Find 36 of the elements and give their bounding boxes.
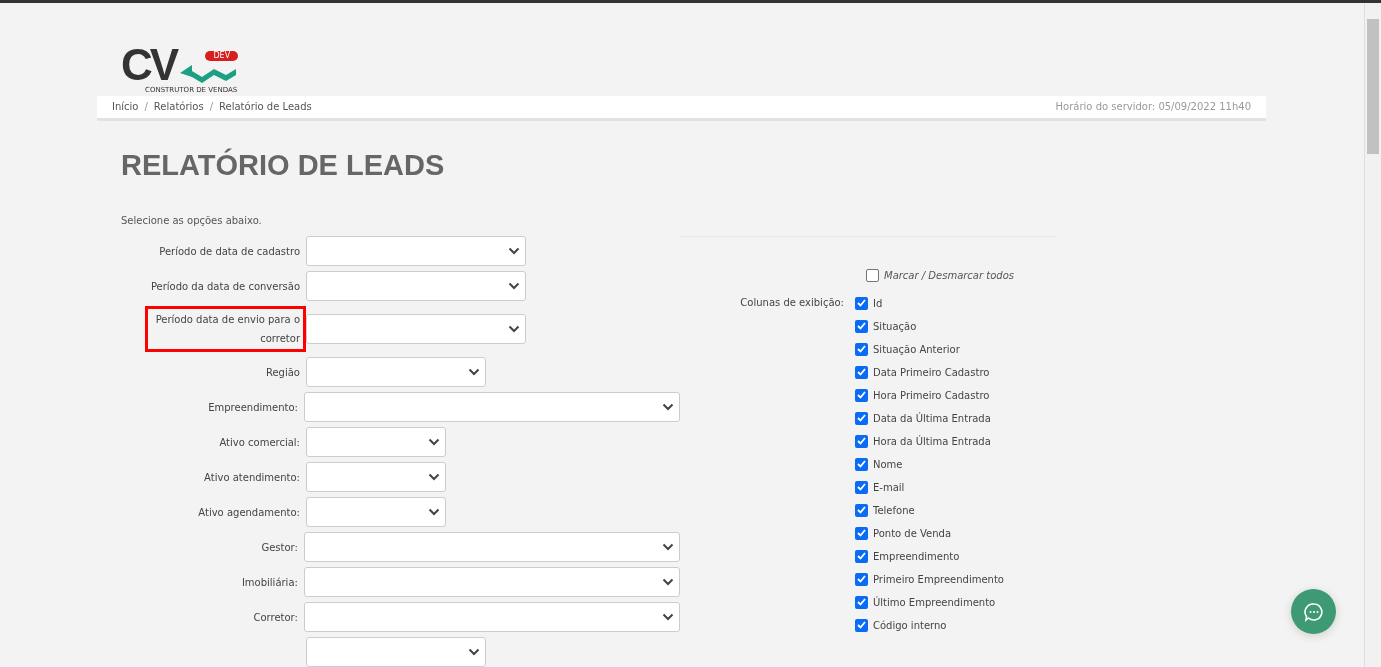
breadcrumb-link[interactable]: Relatório de Leads xyxy=(219,99,312,114)
field-label: Ativo comercial: xyxy=(218,435,301,450)
field-label: Empreendimento: xyxy=(207,400,299,415)
column-option[interactable]: Situação Anterior xyxy=(855,341,1004,357)
breadcrumb-link[interactable]: Relatórios xyxy=(153,99,204,114)
separator-text: / xyxy=(209,100,214,114)
instruction-text: Selecione as opções abaixo. xyxy=(121,214,263,228)
column-option[interactable]: Situação xyxy=(855,318,1004,334)
column-option[interactable]: Empreendimento xyxy=(855,548,1004,564)
breadcrumb-link[interactable]: Início xyxy=(112,99,139,114)
field-label: Imobiliária: xyxy=(240,575,299,590)
separator-text: / xyxy=(144,100,148,114)
column-option[interactable]: Primeiro Empreendimento xyxy=(855,571,1004,587)
toggle-all-option[interactable]: Marcar / Desmarcar todos xyxy=(866,267,1055,283)
columns-label: Colunas de exibição: xyxy=(739,296,845,310)
field-label: Período data de envio para o corretor xyxy=(145,306,306,352)
column-option[interactable]: E-mail xyxy=(855,479,1004,495)
field-label: Ativo agendamento: xyxy=(197,505,301,520)
column-option[interactable]: Ponto de Venda xyxy=(855,525,1004,541)
column-option[interactable]: Telefone xyxy=(855,502,1004,518)
field-label: Corretor: xyxy=(252,610,299,625)
field-label: Gestor: xyxy=(260,540,299,555)
column-option[interactable]: Id xyxy=(855,295,1004,311)
page-title: RELATÓRIO DE LEADS xyxy=(121,147,446,183)
field-label: Região xyxy=(264,365,301,380)
server-time: Horário do servidor: 05/09/2022 11h40 xyxy=(1055,100,1251,114)
column-option[interactable]: Nome xyxy=(855,456,1004,472)
field-label: Período da data de conversão xyxy=(149,279,301,294)
column-option[interactable]: Data Primeiro Cadastro xyxy=(855,364,1004,380)
field-label: Período de data de cadastro xyxy=(158,244,301,259)
column-option[interactable]: Hora Primeiro Cadastro xyxy=(855,387,1004,403)
column-option[interactable]: Hora da Última Entrada xyxy=(855,433,1004,449)
column-option[interactable]: Data da Última Entrada xyxy=(855,410,1004,426)
field-label: Ativo atendimento: xyxy=(203,470,301,485)
column-option[interactable]: Código interno xyxy=(855,617,1004,633)
column-option[interactable]: Último Empreendimento xyxy=(855,594,1004,610)
